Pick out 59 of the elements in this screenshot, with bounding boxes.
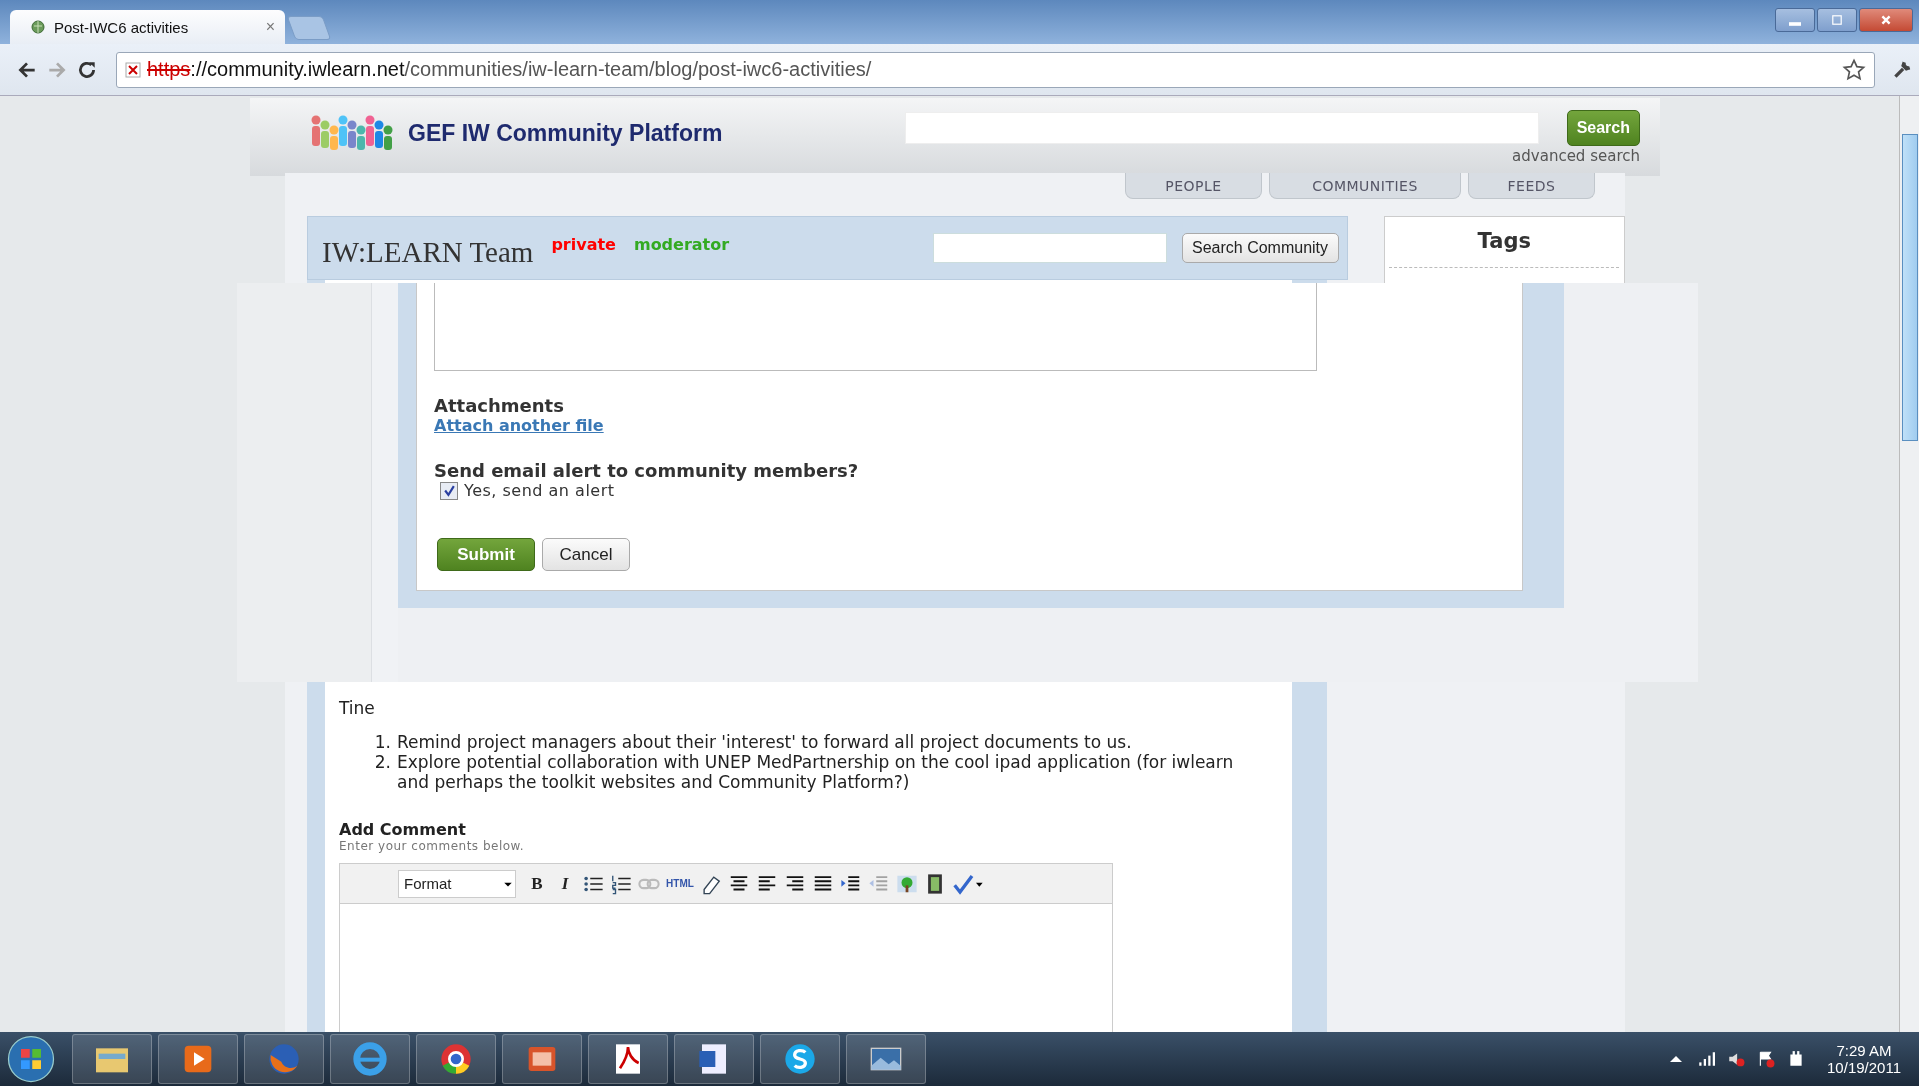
signal-icon[interactable] — [1697, 1050, 1716, 1068]
taskbar-play-icon[interactable] — [158, 1034, 238, 1084]
search-button[interactable]: Search — [1566, 110, 1640, 146]
list-item-text: Explore potential collaboration with UNEP MedPartnership on the cool ipad application (for iwlearn and perhaps the toolkit websites and Community Platform?) — [397, 752, 1235, 792]
close-button[interactable] — [1859, 8, 1913, 32]
nav-tab[interactable]: COMMUNITIES — [1269, 173, 1461, 199]
community-search-field[interactable] — [932, 233, 1167, 263]
post-signature: Tine — [339, 698, 375, 718]
taskbar-e-icon[interactable] — [330, 1034, 410, 1084]
bold-button[interactable]: B — [526, 873, 548, 894]
community-title: IW:LEARN Team — [322, 235, 534, 269]
site-title: GEF IW Community Platform — [408, 120, 723, 147]
alert-checkbox[interactable] — [440, 481, 458, 500]
attach-file-link[interactable]: Attach another file — [434, 416, 604, 435]
clock-date: 10/19/2011 — [1827, 1059, 1901, 1076]
list-number: 1. — [373, 732, 391, 752]
minimize-button[interactable] — [1775, 8, 1815, 32]
spellcheck-icon[interactable] — [952, 872, 984, 895]
clock-time: 7:29 AM — [1836, 1042, 1892, 1059]
email-alert-label: Send email alert to community members? — [434, 460, 859, 481]
start-orb-icon[interactable] — [6, 1034, 56, 1084]
nav-tab[interactable]: PEOPLE — [1125, 173, 1262, 199]
community-role-label: private — [551, 234, 616, 254]
taskbar-document-icon[interactable] — [674, 1034, 754, 1084]
cancel-button[interactable]: Cancel — [542, 538, 630, 571]
search-community-button[interactable]: Search Community — [1181, 233, 1339, 263]
taskbar-folder-icon[interactable] — [72, 1034, 152, 1084]
format-dropdown[interactable]: Format — [398, 869, 516, 898]
list-item-text: Remind project managers about their 'interest' to forward all project documents to us. — [397, 732, 1133, 752]
star-icon[interactable] — [1842, 57, 1866, 82]
close-icon — [1880, 14, 1892, 26]
maximize-button[interactable] — [1817, 8, 1857, 32]
globe-icon — [30, 19, 46, 35]
address-bar[interactable]: https://community.iwlearn.net/communities/iw-learn-team/blog/post-iwc6-activities/ — [116, 51, 1875, 88]
submit-button[interactable]: Submit — [437, 538, 535, 571]
taskbar-picture-icon[interactable] — [846, 1034, 926, 1084]
nav-tab[interactable]: FEEDS — [1468, 173, 1595, 199]
search-field[interactable] — [904, 112, 1539, 144]
add-comment-hint: Enter your comments below. — [339, 839, 525, 853]
tags-title: Tags — [1477, 229, 1531, 253]
italic-button[interactable]: I — [554, 873, 576, 894]
html-button[interactable]: HTML — [666, 878, 694, 889]
url-text: https://community.iwlearn.net/communities/iw-learn-team/blog/post-iwc6-activities/ — [147, 58, 873, 81]
advanced-search-link[interactable]: advanced search — [1512, 147, 1640, 165]
clock[interactable]: 7:29 AM 10/19/2011 — [1827, 1042, 1901, 1076]
attachments-label: Attachments — [434, 395, 564, 416]
community-role-label: moderator — [633, 234, 730, 254]
flag-icon[interactable] — [1757, 1050, 1776, 1068]
taskbar-presentation-icon[interactable] — [502, 1034, 582, 1084]
browser-tab[interactable]: Post-IWC6 activities × — [10, 10, 285, 44]
list-number: 2. — [373, 752, 391, 774]
maximize-icon — [1831, 14, 1843, 26]
alert-option-label: Yes, send an alert — [464, 481, 615, 500]
minimize-icon — [1789, 22, 1801, 26]
scrollbar[interactable] — [1899, 96, 1919, 1032]
add-comment-title: Add Comment — [339, 820, 466, 839]
tab-close-button[interactable]: × — [265, 18, 275, 36]
tab-title: Post-IWC6 activities — [54, 18, 190, 36]
taskbar-pdf-icon[interactable] — [588, 1034, 668, 1084]
